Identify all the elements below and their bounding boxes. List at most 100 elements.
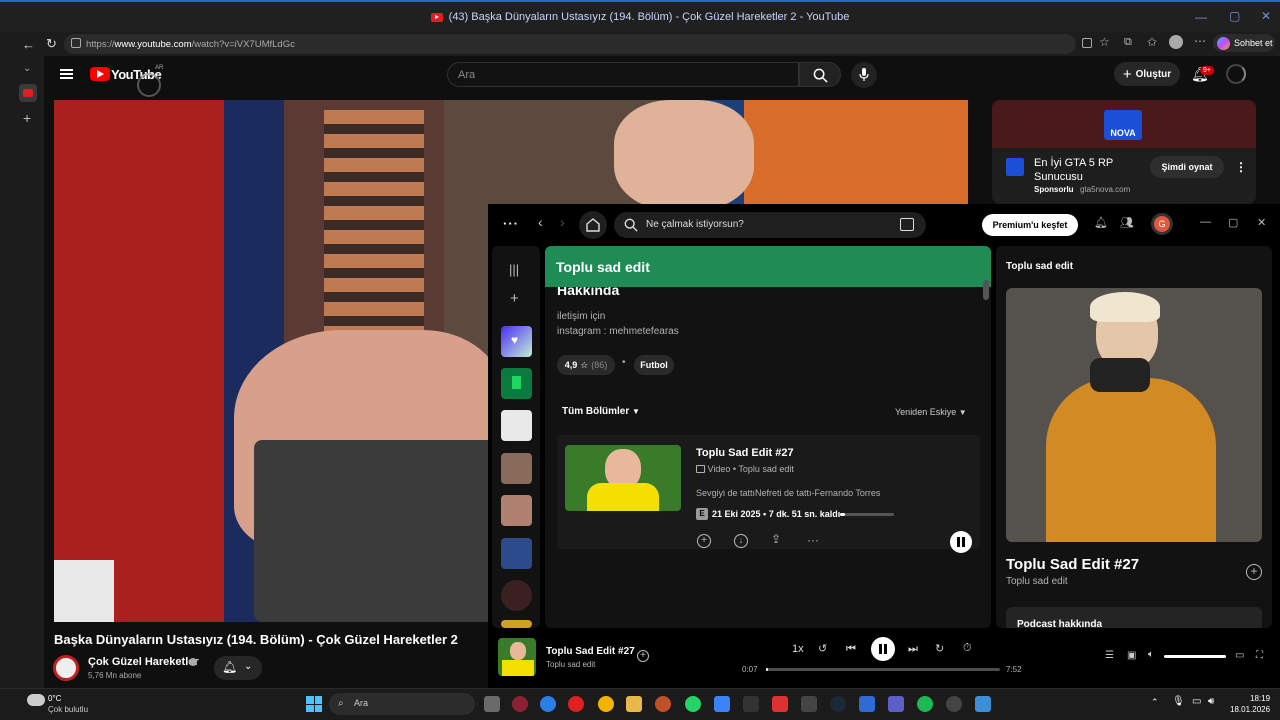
playback-progress-bar[interactable]	[766, 668, 1000, 671]
taskbar-app-icon[interactable]	[859, 696, 875, 712]
tab-youtube[interactable]	[19, 84, 37, 102]
your-episodes-item[interactable]	[501, 368, 532, 399]
library-item[interactable]	[501, 410, 532, 441]
episode-show[interactable]: Toplu sad edit	[738, 464, 794, 474]
add-icon[interactable]: +	[1246, 564, 1262, 580]
volume-slider[interactable]	[1164, 655, 1226, 658]
rewind-15-icon[interactable]: ↺	[818, 642, 827, 655]
speaker-icon[interactable]: 🔊︎	[1208, 696, 1214, 707]
steam-icon[interactable]	[830, 696, 846, 712]
ad-cta-button[interactable]: Şimdi oynat	[1150, 156, 1224, 178]
clock-date[interactable]: 18.01.2026	[1230, 705, 1270, 714]
weather-description[interactable]: Çok bulutlu	[48, 705, 88, 714]
menu-icon[interactable]	[60, 69, 73, 79]
create-button[interactable]: + Oluştur	[1114, 62, 1180, 86]
taskbar-app-icon[interactable]	[714, 696, 730, 712]
library-item[interactable]	[501, 453, 532, 484]
more-icon[interactable]: ⋯	[1194, 34, 1206, 48]
episodes-filter[interactable]: Tüm Bölümler ▼	[562, 406, 640, 417]
right-panel-title[interactable]: Toplu Sad Edit #27	[1006, 556, 1139, 573]
reload-icon[interactable]: ↻	[46, 36, 57, 52]
create-playlist-icon[interactable]: +	[510, 290, 519, 307]
channel-avatar[interactable]	[53, 655, 79, 681]
task-view-icon[interactable]	[484, 696, 500, 712]
subscription-bell-button[interactable]: 🔔︎ ⌄	[214, 656, 262, 680]
account-avatar[interactable]	[1226, 64, 1246, 84]
miniplayer-icon[interactable]: ▭	[1235, 650, 1244, 661]
ad-panel[interactable]: NOVA En İyi GTA 5 RP Sunucusu Sponsorlu …	[992, 100, 1256, 204]
browse-icon[interactable]	[900, 218, 914, 231]
extension-icon[interactable]: ⧉	[1124, 36, 1132, 49]
start-button-icon[interactable]	[306, 696, 322, 712]
microphone-tray-icon[interactable]: 🎙︎	[1172, 696, 1185, 707]
playback-speed-button[interactable]: 1x	[792, 643, 804, 655]
site-info-icon[interactable]	[71, 38, 81, 48]
file-explorer-icon[interactable]	[626, 696, 642, 712]
favorites-bar-icon[interactable]: ✩	[1147, 35, 1157, 49]
clock-time[interactable]: 18:19	[1250, 694, 1270, 703]
spotify-avatar[interactable]: G	[1151, 213, 1173, 235]
back-arrow-icon[interactable]: ‹	[538, 214, 543, 230]
youtube-app-icon[interactable]	[568, 696, 584, 712]
category-chip[interactable]: Futbol	[634, 355, 674, 375]
copilot-chat-button[interactable]: Sohbet et	[1213, 34, 1275, 52]
taskbar-app-icon[interactable]	[512, 696, 528, 712]
forward-15-icon[interactable]: ↻	[935, 642, 944, 655]
youtube-search-input[interactable]: Ara	[447, 62, 799, 87]
volume-icon[interactable]: 🔈︎	[1148, 649, 1154, 660]
spotify-app-icon[interactable]	[917, 696, 933, 712]
new-tab-icon[interactable]: +	[23, 110, 31, 126]
close-icon[interactable]: ✕	[1261, 9, 1271, 23]
next-icon[interactable]: ⏭︎	[908, 643, 918, 656]
rating-chip[interactable]: 4,9 ☆ (86)	[557, 355, 615, 375]
chevron-down-icon[interactable]: ⌄	[23, 63, 31, 74]
back-icon[interactable]: ←	[22, 37, 35, 52]
youtube-logo-icon[interactable]	[90, 67, 110, 81]
sort-dropdown[interactable]: Yeniden Eskiye ▼	[895, 407, 967, 417]
download-icon[interactable]: ↓	[734, 534, 748, 548]
channel-name[interactable]: Çok Güzel Hareketler	[88, 656, 199, 668]
ad-more-icon[interactable]: ⋮	[1235, 160, 1247, 174]
spotify-minimize-icon[interactable]: —	[1200, 216, 1211, 228]
youtube-search-button[interactable]	[799, 62, 841, 87]
episode-thumbnail[interactable]	[565, 445, 681, 511]
taskbar-search-input[interactable]: ⌕ Ara	[329, 693, 475, 715]
premium-button[interactable]: Premium'u keşfet	[982, 214, 1078, 236]
epic-games-icon[interactable]	[743, 696, 759, 712]
spotify-menu-icon[interactable]: ···	[503, 216, 519, 231]
right-panel-subtitle[interactable]: Toplu sad edit	[1006, 576, 1068, 587]
liked-songs-item[interactable]: ♥	[501, 326, 532, 357]
episode-title[interactable]: Toplu Sad Edit #27	[696, 447, 794, 459]
maximize-icon[interactable]: ▢	[1229, 9, 1240, 23]
whatsapp-icon[interactable]	[685, 696, 701, 712]
app-icon[interactable]	[1082, 38, 1092, 48]
favorite-icon[interactable]: ☆	[1099, 35, 1110, 49]
connect-device-icon[interactable]: ▣	[1127, 650, 1136, 661]
edge-icon[interactable]	[540, 696, 556, 712]
more-options-icon[interactable]: ···	[807, 533, 819, 547]
taskbar-app-icon[interactable]	[946, 696, 962, 712]
spotify-close-icon[interactable]: ✕	[1257, 216, 1266, 229]
taskbar-app-icon[interactable]	[801, 696, 817, 712]
forward-arrow-icon[interactable]: ›	[560, 214, 565, 230]
share-icon[interactable]: ⇪	[771, 532, 781, 546]
profile-icon[interactable]	[1169, 35, 1183, 49]
voice-search-button[interactable]	[851, 62, 877, 88]
friends-activity-icon[interactable]: 👥︎	[1120, 216, 1134, 229]
sleep-timer-icon[interactable]: ⏱︎	[963, 642, 972, 655]
library-icon[interactable]: |||	[509, 262, 519, 277]
address-bar[interactable]: https://www.youtube.com/watch?v=iVX7UMfL…	[64, 34, 1076, 54]
firefox-icon[interactable]	[655, 696, 671, 712]
previous-icon[interactable]: ⏮︎	[846, 643, 856, 656]
queue-icon[interactable]: ☰	[1105, 650, 1114, 661]
now-playing-subtitle[interactable]: Toplu sad edit	[546, 660, 595, 669]
scrollbar[interactable]	[983, 280, 989, 300]
library-item[interactable]	[501, 620, 532, 628]
now-playing-title[interactable]: Toplu Sad Edit #27	[546, 646, 635, 657]
add-to-library-icon[interactable]: +	[697, 534, 711, 548]
fullscreen-icon[interactable]: ⛶	[1256, 650, 1263, 661]
teams-icon[interactable]	[888, 696, 904, 712]
taskbar-app-icon[interactable]	[975, 696, 991, 712]
spotify-maximize-icon[interactable]: ▢	[1228, 216, 1238, 229]
episode-pause-button[interactable]	[950, 531, 972, 553]
